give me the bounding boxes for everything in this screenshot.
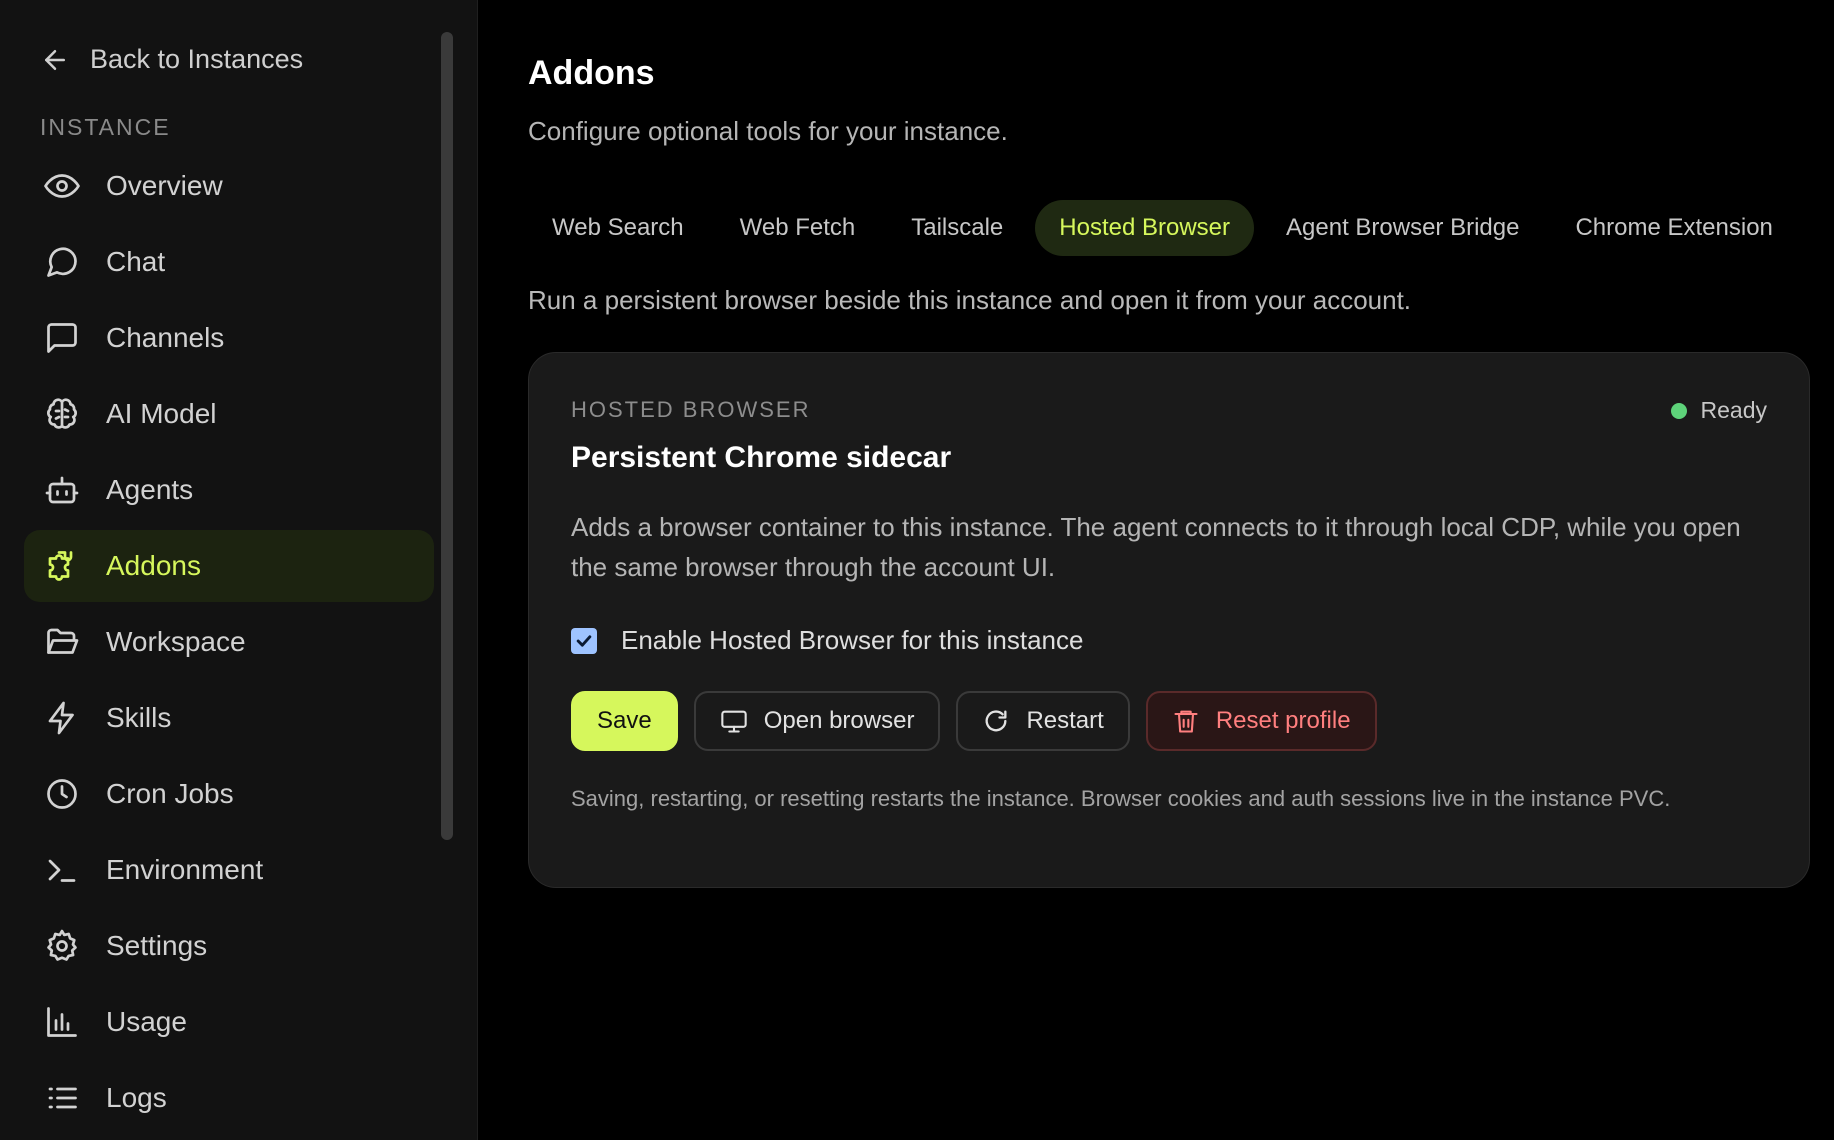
sidebar-item-label: Chat	[106, 246, 166, 277]
tab-agent-browser-bridge[interactable]: Agent Browser Bridge	[1262, 200, 1543, 256]
sidebar-item-label: Skills	[106, 702, 172, 733]
sidebar-item-label: Environment	[106, 854, 264, 885]
checkbox-label: Enable Hosted Browser for this instance	[621, 625, 1084, 655]
lightning-icon	[48, 701, 74, 735]
card-eyebrow: HOSTED BROWSER	[571, 397, 811, 422]
card-note: Saving, restarting, or resetting restart…	[571, 786, 1671, 811]
back-label: Back to Instances	[90, 44, 304, 74]
sidebar-item-label: Settings	[106, 930, 208, 961]
addon-tabs: Web Search Web Fetch Tailscale Hosted Br…	[528, 200, 1797, 256]
sidebar-item-environment[interactable]: Environment	[24, 834, 434, 906]
checkmark-icon	[576, 634, 592, 647]
chat-icon	[47, 247, 77, 277]
back-to-instances-link[interactable]: Back to Instances	[40, 44, 303, 75]
sidebar-item-label: Workspace	[106, 626, 246, 657]
sidebar-item-agents[interactable]: Agents	[24, 454, 434, 526]
sidebar: Back to Instances INSTANCE Overview Chat…	[0, 0, 478, 1140]
arrow-left-icon	[45, 49, 65, 70]
sidebar-nav: Overview Chat Channels AI Model Agents A…	[24, 150, 434, 1138]
hosted-browser-card: HOSTED BROWSER Ready Persistent Chrome s…	[528, 352, 1810, 888]
trash-icon	[1174, 710, 1198, 733]
tab-tailscale[interactable]: Tailscale	[887, 200, 1027, 256]
sidebar-item-cron-jobs[interactable]: Cron Jobs	[24, 758, 434, 830]
clock-icon	[47, 779, 77, 809]
enable-hosted-browser-row: Enable Hosted Browser for this instance	[571, 625, 1083, 656]
save-button-label: Save	[597, 707, 652, 734]
card-title: Persistent Chrome sidecar	[571, 441, 952, 474]
sidebar-item-label: Usage	[106, 1006, 187, 1037]
page-subtitle: Configure optional tools for your instan…	[528, 116, 1008, 146]
folder-open-icon	[47, 628, 79, 654]
status-text: Ready	[1700, 397, 1767, 423]
page-title: Addons	[528, 54, 655, 92]
sidebar-item-label: Logs	[106, 1082, 167, 1113]
sidebar-item-overview[interactable]: Overview	[24, 150, 434, 222]
sidebar-item-workspace[interactable]: Workspace	[24, 606, 434, 678]
card-actions: Save Open browser Restart Reset profile	[571, 691, 1377, 751]
sidebar-item-label: Cron Jobs	[106, 778, 234, 809]
enable-hosted-browser-checkbox[interactable]	[571, 627, 597, 654]
tab-chrome-extension[interactable]: Chrome Extension	[1551, 200, 1796, 256]
sidebar-item-label: Addons	[106, 550, 201, 581]
reset-profile-label: Reset profile	[1215, 707, 1351, 734]
reset-profile-button[interactable]: Reset profile	[1145, 691, 1377, 751]
refresh-icon	[985, 710, 1007, 732]
puzzle-icon	[48, 551, 73, 581]
tab-web-search[interactable]: Web Search	[528, 200, 708, 256]
open-browser-label: Open browser	[763, 707, 915, 734]
sidebar-item-logs[interactable]: Logs	[24, 1062, 434, 1134]
brain-icon	[46, 398, 78, 429]
sidebar-item-ai-model[interactable]: AI Model	[24, 378, 434, 450]
sidebar-item-addons[interactable]: Addons	[24, 530, 434, 602]
status-badge: Ready	[1670, 397, 1767, 424]
sidebar-item-label: AI Model	[106, 398, 217, 429]
section-label: INSTANCE	[40, 114, 171, 140]
status-dot-icon	[1670, 402, 1687, 419]
channels-icon	[47, 323, 77, 353]
restart-label: Restart	[1026, 707, 1104, 734]
robot-icon	[45, 476, 79, 504]
sidebar-item-chat[interactable]: Chat	[24, 226, 434, 298]
list-icon	[48, 1087, 77, 1109]
tab-web-fetch[interactable]: Web Fetch	[716, 200, 880, 256]
open-browser-button[interactable]: Open browser	[693, 691, 941, 751]
sidebar-item-skills[interactable]: Skills	[24, 682, 434, 754]
monitor-icon	[720, 710, 747, 733]
card-description: Adds a browser container to this instanc…	[571, 512, 1741, 582]
sidebar-item-channels[interactable]: Channels	[24, 302, 434, 374]
sidebar-item-label: Channels	[106, 322, 225, 353]
restart-button[interactable]: Restart	[956, 691, 1130, 751]
sidebar-item-label: Overview	[106, 170, 223, 201]
save-button[interactable]: Save	[571, 691, 678, 751]
tab-description: Run a persistent browser beside this ins…	[528, 285, 1412, 315]
eye-icon	[44, 174, 80, 198]
main-content: Addons Configure optional tools for your…	[478, 0, 1834, 1140]
sidebar-item-usage[interactable]: Usage	[24, 986, 434, 1058]
app-window: Back to Instances INSTANCE Overview Chat…	[0, 0, 1834, 1140]
terminal-icon	[48, 859, 76, 882]
sidebar-scrollbar[interactable]	[441, 32, 453, 840]
sidebar-item-label: Agents	[106, 474, 194, 505]
gear-icon	[47, 929, 77, 961]
bar-chart-icon	[47, 1007, 77, 1037]
tab-hosted-browser[interactable]: Hosted Browser	[1035, 200, 1255, 256]
sidebar-item-settings[interactable]: Settings	[24, 910, 434, 982]
